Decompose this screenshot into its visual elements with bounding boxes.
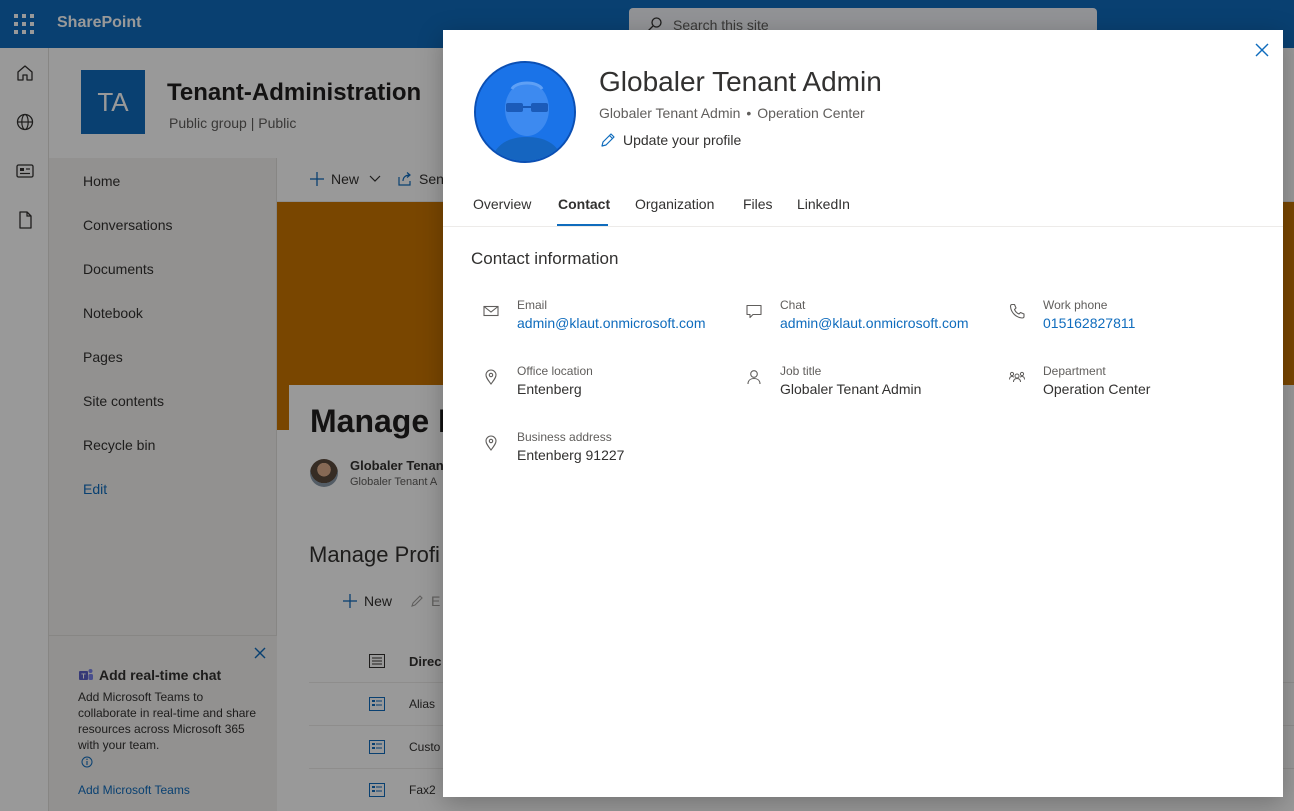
work-phone-value[interactable]: 015162827811 — [1043, 315, 1135, 331]
job-title-value: Globaler Tenant Admin — [780, 381, 922, 397]
job-title-label: Job title — [780, 364, 822, 378]
email-value[interactable]: admin@klaut.onmicrosoft.com — [517, 315, 706, 331]
chat-label: Chat — [780, 298, 806, 312]
active-tab-indicator — [557, 224, 608, 226]
business-address-label: Business address — [517, 430, 612, 444]
department-value: Operation Center — [1043, 381, 1151, 397]
job-title-field: Job title Globaler Tenant Admin — [745, 364, 995, 404]
close-icon[interactable] — [1255, 43, 1269, 57]
email-field: Email admin@klaut.onmicrosoft.com — [482, 298, 732, 338]
profile-avatar[interactable] — [474, 61, 576, 163]
mail-icon — [483, 305, 499, 317]
location-pin-icon — [485, 435, 497, 451]
profile-tabs: Overview Contact Organization Files Link… — [443, 190, 1283, 227]
tab-contact[interactable]: Contact — [558, 196, 610, 212]
subtitle-separator: • — [746, 105, 752, 121]
business-address-value: Entenberg 91227 — [517, 447, 625, 463]
person-icon — [747, 370, 761, 385]
update-profile-link[interactable]: Update your profile — [599, 131, 741, 149]
profile-job-title: Globaler Tenant Admin — [599, 105, 741, 121]
profile-department: Operation Center — [757, 105, 865, 121]
business-address-field: Business address Entenberg 91227 — [482, 430, 732, 470]
tab-overview[interactable]: Overview — [473, 196, 531, 212]
location-pin-icon — [485, 369, 497, 385]
profile-name: Globaler Tenant Admin — [599, 66, 882, 97]
office-location-field: Office location Entenberg — [482, 364, 732, 404]
office-location-label: Office location — [517, 364, 593, 378]
profile-photo — [476, 63, 574, 161]
tab-files[interactable]: Files — [743, 196, 773, 212]
chat-icon — [746, 304, 762, 319]
work-phone-label: Work phone — [1043, 298, 1108, 312]
department-label: Department — [1043, 364, 1106, 378]
work-phone-field: Work phone 015162827811 — [1008, 298, 1258, 338]
email-label: Email — [517, 298, 548, 312]
phone-icon — [1009, 303, 1025, 319]
profile-subtitle: Globaler Tenant Admin • Operation Center — [599, 105, 865, 121]
pencil-icon — [601, 133, 615, 147]
profile-card-panel: Globaler Tenant Admin Globaler Tenant Ad… — [443, 30, 1283, 797]
tab-organization[interactable]: Organization — [635, 196, 714, 212]
department-field: Department Operation Center — [1008, 364, 1258, 404]
people-icon — [1009, 371, 1025, 383]
chat-value[interactable]: admin@klaut.onmicrosoft.com — [780, 315, 969, 331]
office-location-value: Entenberg — [517, 381, 582, 397]
chat-field: Chat admin@klaut.onmicrosoft.com — [745, 298, 995, 338]
tab-linkedin[interactable]: LinkedIn — [797, 196, 850, 212]
update-profile-label: Update your profile — [623, 132, 742, 148]
contact-section-title: Contact information — [471, 249, 619, 268]
